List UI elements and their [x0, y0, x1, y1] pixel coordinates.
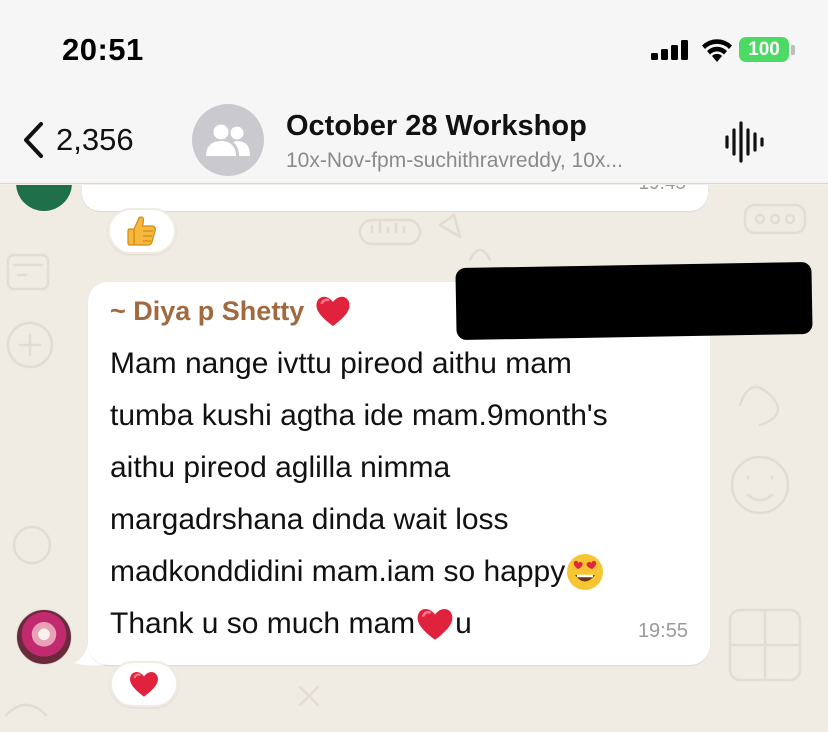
previous-message-time: 19:45 — [638, 185, 686, 195]
chat-title-area[interactable]: October 28 Workshop 10x-Nov-fpm-suchithr… — [286, 110, 706, 173]
chat-area[interactable]: 19:45 ~ Diya p Shetty Mam nange ivttu pi… — [0, 185, 828, 732]
unread-count: 2,356 — [56, 122, 134, 157]
back-button[interactable]: 2,356 — [22, 118, 134, 162]
heart-reaction[interactable] — [110, 661, 178, 707]
status-time: 20:51 — [62, 32, 144, 67]
thumbs-up-reaction[interactable] — [108, 208, 176, 254]
chat-header: 2,356 October 28 Workshop 10x-Nov-fpm-su… — [0, 100, 828, 184]
chat-title: October 28 Workshop — [286, 110, 587, 142]
battery-cap — [791, 45, 795, 55]
sender-name: ~ Diya p Shetty — [110, 295, 305, 326]
sender-avatar[interactable] — [16, 609, 72, 665]
message-line-with-emoji: madkonddidini mam.iam so happy — [110, 546, 700, 598]
back-chevron-icon — [24, 122, 43, 158]
message-text: Mam nange ivttu pireod aithu mam tumba k… — [110, 338, 700, 650]
message-sender[interactable]: ~ Diya p Shetty — [110, 294, 352, 328]
message-line: tumba kushi agtha ide mam.9month's — [110, 399, 608, 432]
heart-eyes-emoji — [567, 554, 604, 590]
message-line: Mam nange ivttu pireod aithu mam — [110, 347, 572, 380]
heart-emoji — [130, 671, 158, 697]
battery-indicator: 100 — [739, 37, 789, 62]
chat-subtitle: 10x-Nov-fpm-suchithravreddy, 10x... — [286, 149, 623, 172]
cellular-signal-icon — [651, 40, 688, 60]
redaction-block — [455, 261, 813, 341]
message-line-text: u — [455, 607, 472, 640]
wifi-icon — [702, 39, 732, 62]
message-line-with-emoji: Thank u so much mam u — [110, 598, 700, 650]
message-time: 19:55 — [637, 620, 688, 642]
voice-call-icon[interactable] — [723, 120, 765, 164]
message-line: aithu pireod aglilla nimma — [110, 451, 451, 484]
heart-emoji — [417, 608, 453, 640]
previous-message-bubble[interactable]: 19:45 — [82, 185, 708, 211]
message-line: margadrshana dinda wait loss — [110, 503, 509, 536]
message-line-text: madkonddidini mam.iam so happy — [110, 555, 566, 588]
group-avatar[interactable] — [192, 104, 264, 176]
group-avatar-icon — [206, 124, 250, 156]
heart-emoji — [316, 296, 350, 326]
message-bubble[interactable]: ~ Diya p Shetty Mam nange ivttu pireod a… — [88, 282, 710, 665]
thumbs-up-emoji — [127, 216, 156, 246]
status-bar: 20:51 100 — [0, 0, 828, 100]
message-line-text: Thank u so much mam — [110, 607, 416, 640]
